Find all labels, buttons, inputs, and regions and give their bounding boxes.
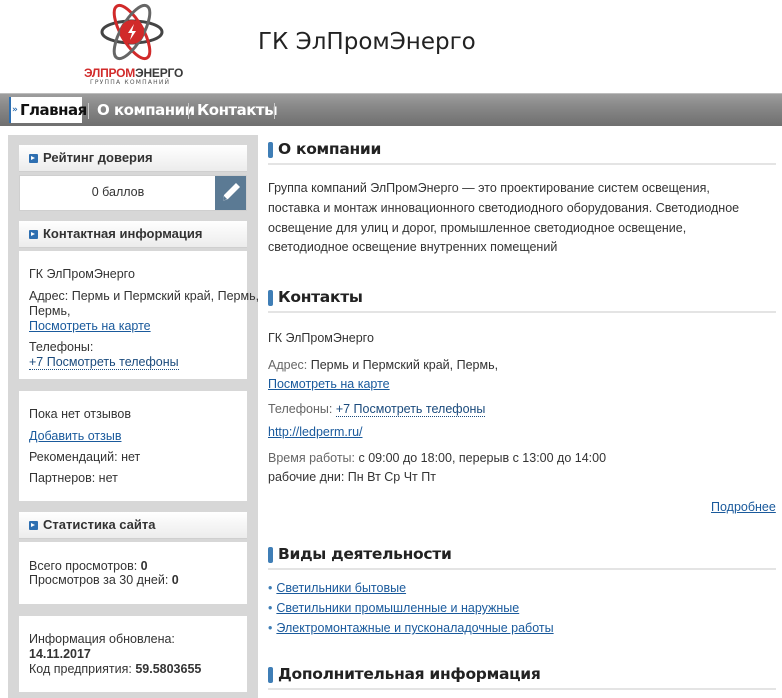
activity-item: • Светильники промышленные и наружные [268,601,519,615]
add-review-link[interactable]: Добавить отзыв [29,429,121,443]
company-name: ГК ЭлПромЭнерго [29,267,135,281]
bullet-icon: • [268,581,273,595]
contact-box: ГК ЭлПромЭнерго Адрес: Пермь и Пермский … [19,251,259,379]
contact-heading: Контактная информация [19,221,247,248]
phones-link[interactable]: +7 Посмотреть телефоны [335,402,486,417]
extra-info-heading: Дополнительная информация [268,660,776,690]
about-heading: О компании [268,135,776,165]
address-text-city: Пермь, [29,304,71,318]
activity-link[interactable]: Светильники промышленные и наружные [276,601,519,615]
partners-text: Партнеров: нет [29,471,118,485]
about-text-line: поставка и монтаж инновационного светоди… [268,201,740,215]
recommendations-text: Рекомендаций: нет [29,450,141,464]
pencil-icon [223,183,240,201]
arrow-bullet-icon [29,521,38,530]
updated-value: 14.11.2017 [29,647,91,661]
arrow-bullet-icon [29,154,38,163]
stats-heading: Статистика сайта [19,512,247,539]
section-marker-icon [268,667,273,683]
updated-label: Информация обновлена: [29,632,175,646]
rating-box: 0 баллов [19,175,247,211]
working-days: рабочие дни: Пн Вт Ср Чт Пт [268,470,436,484]
site-header: ЭЛПРОМЭНЕРГО ГРУППА КОМПАНИЙ ГК ЭлПромЭн… [0,0,782,93]
no-reviews-text: Пока нет отзывов [29,407,131,421]
address-text: Адрес: Пермь и Пермский край, Пермь, [268,358,499,372]
chevron-right-icon: » [12,105,18,115]
sidebar: Рейтинг доверия 0 баллов Контактная инфо… [8,135,259,698]
stats-box: Всего просмотров: 0 Просмотров за 30 дне… [19,542,247,604]
section-marker-icon [268,547,273,563]
phones-row: Телефоны: +7 Посмотреть телефоны [268,402,486,417]
phones-label: Телефоны: [29,340,94,354]
bullet-icon: • [268,621,273,635]
contacts-heading: Контакты [268,283,776,313]
section-marker-icon [268,290,273,306]
nav-item-about[interactable]: О компании [97,97,195,123]
map-link[interactable]: Посмотреть на карте [268,377,390,391]
about-text-line: освещение для улиц и дорог, промышленное… [268,221,687,235]
views-30-days: Просмотров за 30 дней: 0 [29,573,179,587]
nav-item-contacts[interactable]: Контакты [197,97,278,123]
reviews-box: Пока нет отзывов Добавить отзыв Рекоменд… [19,391,247,501]
activity-item: • Электромонтажные и пусконаладочные рабо… [268,621,554,635]
edit-rating-button[interactable] [215,176,246,210]
nav-divider [188,103,189,119]
activity-item: • Светильники бытовые [268,581,406,595]
nav-divider [274,103,275,119]
about-text-line: Группа компаний ЭлПромЭнерго — это проек… [268,181,710,195]
phones-link[interactable]: +7 Посмотреть телефоны [29,355,179,370]
company-name: ГК ЭлПромЭнерго [268,331,374,345]
nav-item-label: Контакты [197,101,278,119]
working-hours: Время работы: с 09:00 до 18:00, перерыв … [268,451,607,465]
info-box: Информация обновлена: 14.11.2017 Код пре… [19,616,247,692]
activity-link[interactable]: Электромонтажные и пусконаладочные работ… [276,621,553,635]
total-views: Всего просмотров: 0 [29,559,148,573]
logo-wordmark: ЭЛПРОМЭНЕРГО [84,66,184,80]
rating-value: 0 баллов [91,185,145,199]
activity-link[interactable]: Светильники бытовые [276,581,406,595]
section-marker-icon [268,142,273,158]
address-text: Адрес: Пермь и Пермский край, Пермь, [29,289,260,303]
main-navigation: » Главная О компании Контакты [0,93,782,126]
nav-item-label: Главная [20,101,87,119]
about-text-line: светодиодное освещение внутренних помеще… [268,240,558,254]
arrow-bullet-icon [29,230,38,239]
map-link[interactable]: Посмотреть на карте [29,319,151,333]
nav-divider [88,103,89,119]
more-link[interactable]: Подробнее [711,500,776,514]
activities-heading: Виды деятельности [268,540,776,570]
rating-heading: Рейтинг доверия [19,145,247,172]
logo-subtitle: ГРУППА КОМПАНИЙ [90,79,171,86]
nav-item-home[interactable]: » Главная [9,97,87,123]
bullet-icon: • [268,601,273,615]
page-title: ГК ЭлПромЭнерго [258,29,476,55]
nav-item-label: О компании [97,101,195,119]
company-code: Код предприятия: 59.5803655 [29,662,202,676]
website-link[interactable]: http://ledperm.ru/ [268,425,363,439]
